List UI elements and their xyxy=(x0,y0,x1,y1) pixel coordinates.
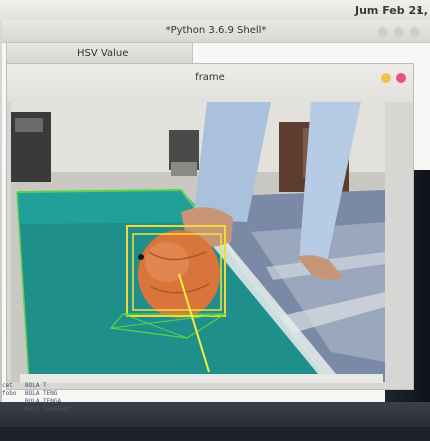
minimize-icon[interactable] xyxy=(378,27,388,37)
console-output: cet BOLA T fobo BOLA TENG BOLA TENGA BOL… xyxy=(2,382,84,418)
close-icon[interactable] xyxy=(410,27,420,37)
maximize-icon[interactable] xyxy=(394,27,404,37)
frame-window[interactable]: frame xyxy=(6,63,414,390)
frame-titlebar[interactable]: frame xyxy=(7,64,413,102)
shell-titlebar[interactable]: *Python 3.6.9 Shell* xyxy=(2,20,430,43)
console-line: BOLA TENGEHAT xyxy=(25,406,72,413)
chevron-down-icon[interactable]: ▾ xyxy=(417,6,421,15)
console-line: cet BOLA T xyxy=(2,382,47,389)
close-icon[interactable] xyxy=(396,73,406,83)
console-line: BOLA TENGA xyxy=(25,398,62,405)
shell-title: *Python 3.6.9 Shell* xyxy=(165,25,267,36)
frame-title: frame xyxy=(195,72,225,83)
bottom-bar xyxy=(0,427,430,439)
camera-image xyxy=(11,102,385,382)
minimize-icon[interactable] xyxy=(381,73,391,83)
hsv-window-title: HSV Value xyxy=(77,48,129,59)
camera-feed xyxy=(11,102,385,382)
console-line: fobo BOLA TENG xyxy=(2,390,58,397)
top-panel: Jum Feb 21, 1 ▾ xyxy=(0,0,430,20)
